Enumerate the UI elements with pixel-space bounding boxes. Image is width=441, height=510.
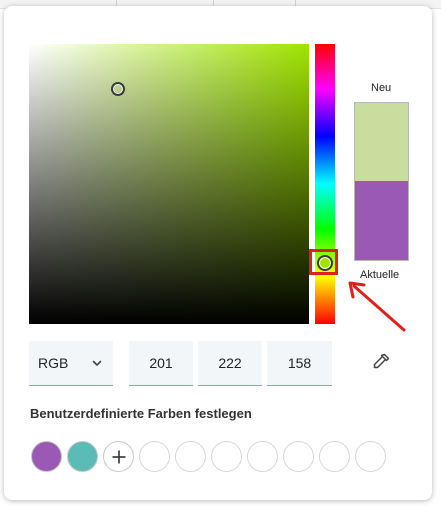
empty-custom-color-slot[interactable]: [139, 441, 170, 472]
green-value-input[interactable]: 222: [198, 341, 262, 386]
red-value-input[interactable]: 201: [129, 341, 193, 386]
empty-custom-color-slot[interactable]: [175, 441, 206, 472]
custom-color-swatch[interactable]: [31, 441, 62, 472]
add-custom-color-button[interactable]: [103, 441, 134, 472]
empty-custom-color-slot[interactable]: [283, 441, 314, 472]
plus-icon: [112, 450, 125, 463]
saturation-value-area[interactable]: [29, 44, 309, 324]
eyedropper-icon[interactable]: [370, 351, 392, 373]
current-color-swatch[interactable]: [354, 181, 409, 261]
annotation-highlight-box: [309, 249, 338, 275]
saturation-value-handle[interactable]: [111, 82, 125, 96]
color-mode-value: RGB: [38, 355, 69, 371]
blue-value-input[interactable]: 158: [267, 341, 332, 386]
custom-color-swatch[interactable]: [67, 441, 98, 472]
hue-slider[interactable]: [315, 44, 335, 324]
new-color-label: Neu: [371, 82, 392, 94]
screen: Neu Aktuelle RGB 201 222 158 Benutzerdef…: [0, 0, 441, 510]
color-mode-select[interactable]: RGB: [29, 341, 113, 386]
chevron-down-icon: [92, 360, 102, 366]
empty-custom-color-slot[interactable]: [247, 441, 278, 472]
empty-custom-color-slot[interactable]: [319, 441, 350, 472]
empty-custom-color-slot[interactable]: [355, 441, 386, 472]
arrow-icon: [348, 281, 406, 332]
new-color-swatch: [354, 102, 409, 181]
empty-custom-color-slot[interactable]: [211, 441, 242, 472]
custom-colors-title: Benutzerdefinierte Farben festlegen: [30, 406, 252, 421]
